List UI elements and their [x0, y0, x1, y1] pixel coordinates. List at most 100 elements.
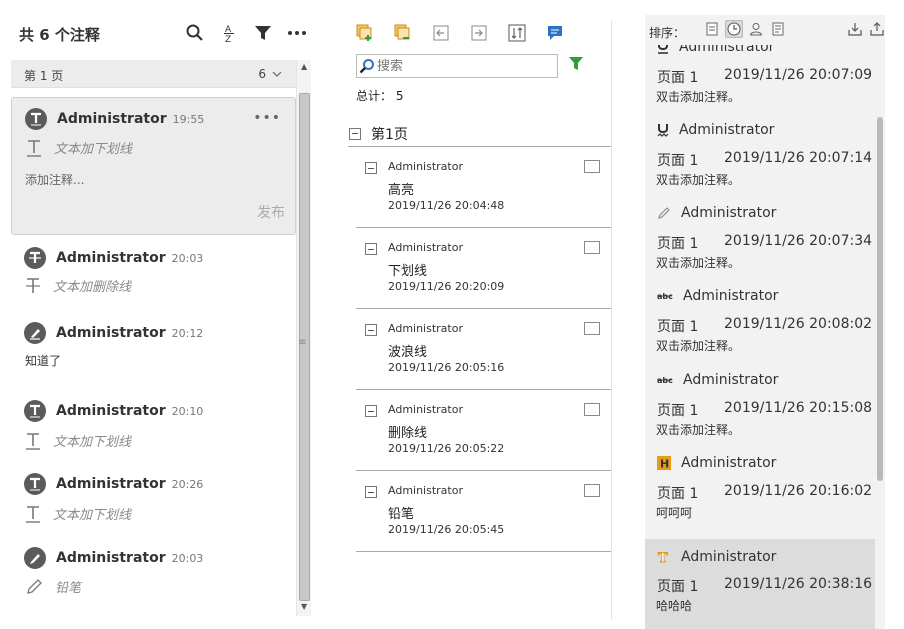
annotation-summary-item[interactable]: Administrator 页面 1 2019/11/26 20:07:09 双…	[645, 45, 875, 122]
search-input[interactable]	[377, 58, 547, 74]
filter-icon[interactable]	[252, 22, 274, 44]
annotation-page: 页面 1	[657, 236, 699, 252]
more-options-icon[interactable]	[286, 22, 308, 44]
text-replace-icon: T	[658, 551, 669, 564]
comment-type: 文本加删除线	[53, 280, 132, 295]
annotation-checkbox[interactable]	[584, 484, 600, 497]
annotation-note: 呵呵呵	[656, 506, 693, 520]
collapse-toggle-icon[interactable]	[365, 405, 377, 417]
export-icon[interactable]	[468, 22, 490, 44]
filter-icon[interactable]	[568, 56, 584, 75]
note-avatar-icon	[24, 322, 46, 344]
sort-by-page-icon[interactable]	[703, 20, 721, 38]
annotation-tree-panel: 总计： 5 第1页 Administrator 高亮 2019/11/26 20…	[340, 0, 612, 629]
comment-icon[interactable]	[544, 22, 566, 44]
annotation-date: 2019/11/26 20:15:08	[724, 400, 873, 416]
comment-author: Administrator	[57, 111, 167, 127]
collapse-toggle-icon[interactable]	[365, 243, 377, 255]
annotation-summary-item[interactable]: abc Administrator 页面 1 2019/11/26 20:08:…	[645, 288, 875, 371]
annotation-summary-item[interactable]: T Administrator 页面 1 2019/11/26 20:38:16…	[645, 539, 875, 629]
comment-type: 铅笔	[55, 581, 82, 596]
strikeout-abc-glyph: abc	[657, 292, 673, 301]
annotation-type: 铅笔	[388, 507, 415, 522]
strikeout-abc-icon: abc	[657, 292, 673, 301]
annotation-tree-row[interactable]: Administrator 删除线 2019/11/26 20:05:22	[356, 390, 611, 471]
search-icon	[359, 59, 374, 74]
annotation-tree-list: Administrator 高亮 2019/11/26 20:04:48 Adm…	[356, 147, 611, 552]
collapse-all-icon[interactable]	[392, 22, 414, 44]
annotation-summary-item[interactable]: Administrator 页面 1 2019/11/26 20:07:34 双…	[645, 205, 875, 288]
search-icon[interactable]	[184, 22, 206, 44]
comments-panel: 共 6 个注释 AZ 第 1 页 6 Administrator 19:55 •…	[0, 0, 312, 629]
summary-scrollbar-thumb[interactable]	[877, 117, 883, 481]
comment-time: 20:10	[171, 404, 204, 418]
pencil-icon	[658, 207, 670, 219]
underline-text-icon	[27, 139, 41, 157]
scroll-down-arrow-icon[interactable]: ▼	[301, 602, 307, 611]
annotation-tree-row[interactable]: Administrator 高亮 2019/11/26 20:04:48	[356, 147, 611, 228]
comment-more-button[interactable]: •••	[253, 110, 281, 126]
collapse-toggle-icon[interactable]	[365, 486, 377, 498]
annotation-type: 删除线	[388, 426, 428, 441]
underline-avatar-icon	[24, 473, 46, 495]
annotation-note: 双击添加注释。	[656, 173, 741, 187]
comment-card[interactable]: Administrator 20:03 铅笔	[11, 537, 296, 617]
comment-card[interactable]: Administrator 20:12 知道了	[11, 310, 296, 389]
annotation-summary-item[interactable]: abc Administrator 页面 1 2019/11/26 20:15:…	[645, 372, 875, 455]
import-icon[interactable]	[430, 22, 452, 44]
tree-group-label: 第1页	[371, 126, 408, 143]
export-annotations-icon[interactable]	[869, 21, 885, 41]
annotation-date: 2019/11/26 20:38:16	[724, 576, 873, 592]
text-replace-glyph: T	[658, 551, 668, 564]
annotation-summary-item[interactable]: Administrator 页面 1 2019/11/26 20:07:14 双…	[645, 122, 875, 205]
annotation-tree-row[interactable]: Administrator 下划线 2019/11/26 20:20:09	[356, 228, 611, 309]
panel-splitter-handle-icon[interactable]: ≡	[298, 337, 306, 348]
annotation-date: 2019/11/26 20:07:14	[724, 150, 873, 166]
underline-avatar-icon	[24, 400, 46, 422]
collapse-toggle-icon[interactable]	[349, 127, 361, 140]
annotation-date: 2019/11/26 20:16:02	[724, 483, 873, 499]
import-annotations-icon[interactable]	[847, 21, 863, 41]
annotation-date: 2019/11/26 20:05:16	[388, 361, 505, 374]
annotation-checkbox[interactable]	[584, 160, 600, 173]
highlight-icon: H	[657, 456, 671, 470]
tree-group-page-1[interactable]: 第1页	[348, 121, 611, 147]
squiggly-underline-icon	[657, 124, 669, 137]
comment-card[interactable]: Administrator 19:55 ••• 文本加下划线 添加注释... 发…	[11, 97, 296, 235]
page-group-header[interactable]: 第 1 页 6	[11, 60, 296, 88]
svg-text:Z: Z	[225, 35, 231, 43]
add-comment-input[interactable]: 添加注释...	[25, 171, 84, 188]
underline-text-icon	[26, 505, 40, 523]
scroll-up-arrow-icon[interactable]: ▲	[301, 62, 307, 71]
sort-by-author-icon[interactable]	[747, 20, 765, 38]
annotation-checkbox[interactable]	[584, 322, 600, 335]
sort-by-type-icon[interactable]	[769, 20, 787, 38]
annotation-author: Administrator	[681, 455, 777, 471]
annotation-date: 2019/11/26 20:07:34	[724, 233, 873, 249]
publish-button[interactable]: 发布	[257, 202, 285, 222]
sort-az-icon[interactable]: AZ	[218, 22, 240, 44]
comment-card[interactable]: Administrator 20:26 文本加下划线	[11, 463, 296, 537]
annotation-checkbox[interactable]	[584, 403, 600, 416]
annotation-author: Administrator	[683, 372, 779, 388]
annotation-type: 下划线	[388, 264, 428, 279]
comment-content: 知道了	[25, 354, 62, 368]
collapse-toggle-icon[interactable]	[365, 162, 377, 174]
sort-by-time-icon[interactable]	[725, 20, 743, 38]
comment-card[interactable]: Administrator 20:03 文本加删除线	[11, 235, 296, 310]
expand-all-icon[interactable]	[354, 22, 376, 44]
collapse-toggle-icon[interactable]	[365, 324, 377, 336]
annotation-date: 2019/11/26 20:04:48	[388, 199, 505, 212]
annotation-type: 高亮	[388, 183, 415, 198]
annotation-checkbox[interactable]	[584, 241, 600, 254]
annotation-summary-item[interactable]: H Administrator 页面 1 2019/11/26 20:16:02…	[645, 455, 875, 538]
page-group-label: 第 1 页	[24, 69, 64, 83]
sort-order-icon[interactable]	[506, 22, 528, 44]
page-group-count: 6	[258, 67, 266, 81]
annotation-tree-row[interactable]: Administrator 波浪线 2019/11/26 20:05:16	[356, 309, 611, 390]
annotation-summary-panel: 排序： Administrator 页面 1 2019/11/26 20:07:…	[645, 15, 885, 629]
annotation-tree-row[interactable]: Administrator 铅笔 2019/11/26 20:05:45	[356, 471, 611, 552]
annotation-note: 双击添加注释。	[656, 90, 741, 104]
comment-card[interactable]: Administrator 20:10 文本加下划线	[11, 389, 296, 463]
search-box[interactable]	[356, 54, 558, 78]
